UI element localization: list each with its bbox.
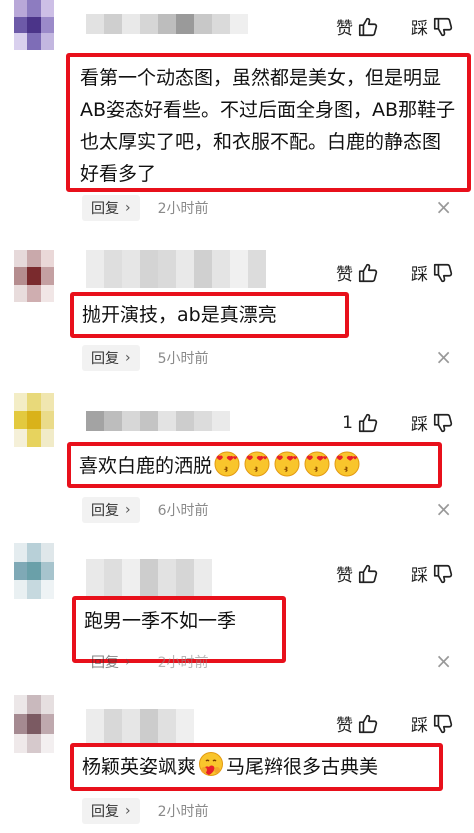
comment-time: 6小时前 (157, 503, 209, 519)
dislike-label: 踩 (411, 265, 428, 285)
thumb-down-icon (432, 16, 454, 38)
comment-text: 看第一个动态图，虽然都是美女，但是明显AB姿态好看些。不过后面全身图，AB那鞋子… (80, 67, 456, 185)
reply-label: 回复 (91, 804, 119, 820)
comment-text-before: 杨颖英姿飒爽 (82, 756, 197, 778)
close-icon[interactable]: × (435, 347, 452, 367)
chevron-right-icon: › (125, 200, 131, 216)
kiss-heart-emoji-icon (213, 450, 241, 478)
thumb-down-icon (432, 713, 454, 735)
thumb-up-icon (357, 713, 379, 735)
comment-text: 抛开演技，ab是真漂亮 (82, 304, 277, 326)
comment-content: 喜欢白鹿的洒脱 (67, 442, 442, 488)
chevron-right-icon: › (125, 803, 131, 819)
hug-heart-emoji-icon (197, 751, 225, 779)
avatar[interactable] (14, 0, 54, 50)
comment-content: 杨颖英姿飒爽 马尾辫很多古典美 (70, 743, 443, 791)
like-label: 赞 (336, 265, 353, 285)
dislike-button[interactable]: 踩 (411, 561, 454, 586)
kiss-heart-emoji-icon (303, 450, 331, 478)
username-mosaic[interactable] (86, 559, 212, 599)
reply-button[interactable]: 回复 › (82, 195, 140, 221)
like-button[interactable]: 赞 (336, 260, 379, 285)
dislike-label: 踩 (411, 19, 428, 39)
comment-text: 喜欢白鹿的洒脱 (79, 455, 213, 477)
dislike-button[interactable]: 踩 (411, 260, 454, 285)
kiss-heart-emoji-icon (243, 450, 271, 478)
avatar[interactable] (14, 543, 54, 599)
close-icon[interactable]: × (435, 499, 452, 519)
chevron-right-icon: › (125, 654, 131, 670)
like-button[interactable]: 1 (342, 412, 379, 434)
username-mosaic[interactable] (86, 14, 248, 34)
reply-label: 回复 (91, 351, 119, 367)
like-button[interactable]: 赞 (336, 561, 379, 586)
avatar[interactable] (14, 695, 54, 753)
thumb-up-icon (357, 412, 379, 434)
kiss-heart-emoji-icon (273, 450, 301, 478)
avatar[interactable] (14, 250, 54, 302)
thumb-down-icon (432, 262, 454, 284)
close-icon[interactable]: × (435, 197, 452, 217)
thumb-up-icon (357, 16, 379, 38)
like-button[interactable]: 赞 (336, 711, 379, 736)
thumb-up-icon (357, 262, 379, 284)
thumb-down-icon (432, 563, 454, 585)
thumb-up-icon (357, 563, 379, 585)
kiss-heart-emoji-icon (333, 450, 361, 478)
reply-button[interactable]: 回复 › (82, 798, 140, 824)
like-label: 赞 (336, 716, 353, 736)
reply-button[interactable]: 回复 › (82, 649, 140, 675)
comment-text: 跑男一季不如一季 (84, 610, 237, 632)
dislike-label: 踩 (411, 415, 428, 435)
username-mosaic[interactable] (86, 250, 266, 288)
reply-label: 回复 (91, 201, 119, 217)
reply-label: 回复 (91, 655, 119, 671)
comment-content: 看第一个动态图，虽然都是美女，但是明显AB姿态好看些。不过后面全身图，AB那鞋子… (66, 53, 471, 192)
like-label: 赞 (336, 566, 353, 586)
chevron-right-icon: › (125, 350, 131, 366)
comment-text-after: 马尾辫很多古典美 (226, 756, 379, 778)
comment-time: 2小时前 (157, 804, 209, 820)
close-icon[interactable]: × (435, 651, 452, 671)
dislike-button[interactable]: 踩 (411, 410, 454, 435)
dislike-label: 踩 (411, 716, 428, 736)
reply-label: 回复 (91, 503, 119, 519)
dislike-button[interactable]: 踩 (411, 14, 454, 39)
like-label: 赞 (336, 19, 353, 39)
dislike-label: 踩 (411, 566, 428, 586)
comment-time: 2小时前 (157, 655, 209, 671)
avatar[interactable] (14, 393, 54, 447)
chevron-right-icon: › (125, 502, 131, 518)
reply-button[interactable]: 回复 › (82, 497, 140, 523)
comment-time: 2小时前 (157, 201, 209, 217)
thumb-down-icon (432, 412, 454, 434)
comment-time: 5小时前 (157, 351, 209, 367)
comment-content: 抛开演技，ab是真漂亮 (70, 292, 349, 338)
like-count: 1 (342, 412, 353, 433)
reply-button[interactable]: 回复 › (82, 345, 140, 371)
username-mosaic[interactable] (86, 411, 230, 431)
like-button[interactable]: 赞 (336, 14, 379, 39)
dislike-button[interactable]: 踩 (411, 711, 454, 736)
